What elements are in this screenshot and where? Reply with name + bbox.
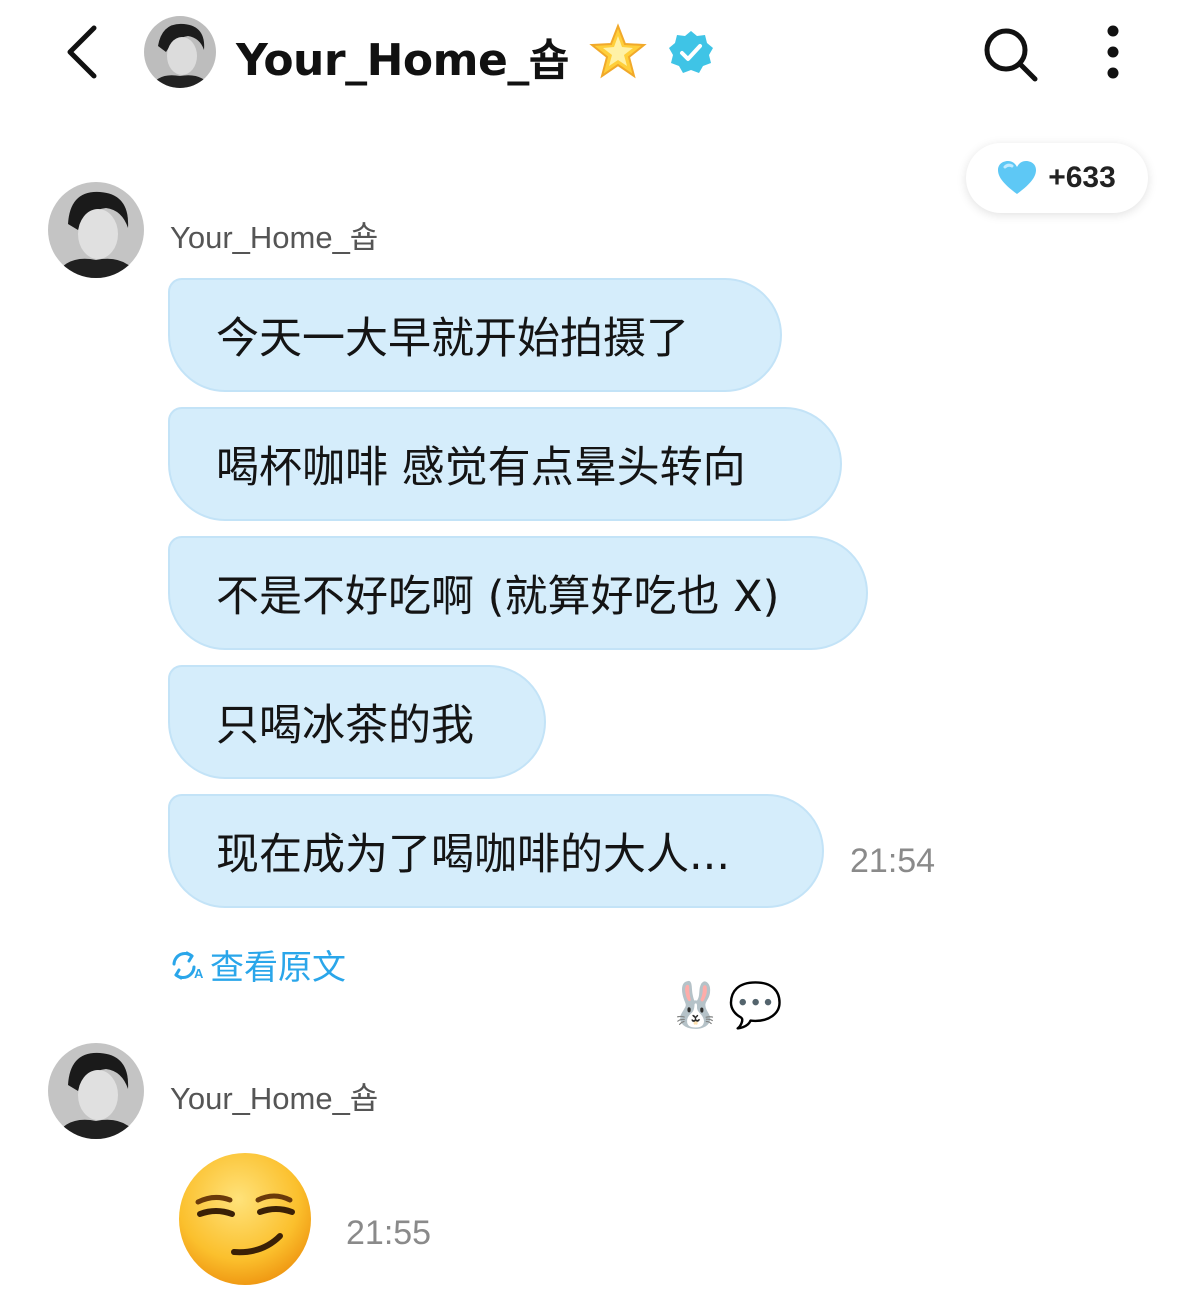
star-icon bbox=[588, 22, 648, 82]
message-bubble[interactable]: 只喝冰茶的我 bbox=[168, 665, 546, 779]
svg-text:A: A bbox=[194, 966, 204, 980]
smirk-emoji-icon bbox=[179, 1153, 311, 1285]
sender-name: Your_Home_숍 bbox=[170, 220, 379, 255]
like-count: +633 bbox=[1048, 161, 1116, 194]
verified-badge-icon bbox=[668, 30, 714, 76]
rabbit-reaction-icon[interactable]: 🐰 bbox=[668, 984, 723, 1028]
heart-icon bbox=[998, 161, 1037, 194]
sender-avatar[interactable] bbox=[48, 182, 144, 278]
message-bubble[interactable]: 喝杯咖啡 感觉有点晕头转向 bbox=[168, 407, 842, 521]
sender-name: Your_Home_숍 bbox=[170, 1081, 379, 1116]
speech-bubble-reaction-icon[interactable]: 💬 bbox=[728, 984, 783, 1028]
message-bubble[interactable]: 不是不好吃啊 (就算好吃也 X) bbox=[168, 536, 868, 650]
message-timestamp: 21:54 bbox=[850, 842, 936, 880]
header-title: Your_Home_숍 bbox=[236, 35, 569, 86]
smirk-emoji-message[interactable] bbox=[176, 1150, 314, 1288]
search-button[interactable] bbox=[980, 24, 1040, 84]
search-icon bbox=[984, 28, 1038, 82]
message-timestamp: 21:55 bbox=[346, 1214, 432, 1252]
more-vertical-icon bbox=[1107, 25, 1119, 79]
back-button[interactable] bbox=[60, 22, 110, 82]
message-bubble[interactable]: 现在成为了喝咖啡的大人... bbox=[168, 794, 824, 908]
back-icon bbox=[67, 25, 97, 79]
message-bubble[interactable]: 今天一大早就开始拍摄了 bbox=[168, 278, 782, 392]
translate-icon: A bbox=[172, 951, 204, 980]
view-original-link[interactable]: A 查看原文 bbox=[170, 940, 346, 989]
like-badge[interactable]: +633 bbox=[966, 143, 1148, 213]
view-original-label: 查看原文 bbox=[210, 948, 346, 988]
more-options-button[interactable] bbox=[1098, 22, 1128, 82]
sender-avatar[interactable] bbox=[48, 1043, 144, 1139]
header-avatar[interactable] bbox=[144, 16, 216, 88]
